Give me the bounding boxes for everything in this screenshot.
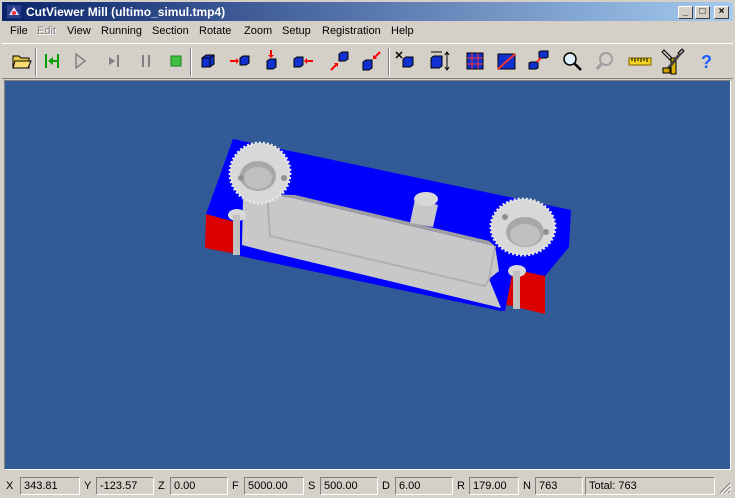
app-icon [7, 5, 21, 18]
y-value: -123.57 [96, 477, 154, 495]
r-label: R [457, 480, 465, 492]
menu-view[interactable]: View [67, 25, 91, 37]
play-icon[interactable] [68, 49, 92, 73]
n-label: N [523, 480, 531, 492]
open-folder-icon[interactable] [10, 49, 34, 73]
simulation-viewport[interactable] [4, 80, 731, 470]
menu-rotate[interactable]: Rotate [199, 25, 231, 37]
left-pin-hole-2 [281, 175, 287, 181]
menu-edit[interactable]: Edit [37, 25, 56, 37]
help-icon[interactable]: ? [694, 49, 718, 73]
x-value: 343.81 [20, 477, 80, 495]
y-label: Y [84, 480, 92, 492]
right-pin-hole-2 [543, 229, 549, 235]
r-value: 179.00 [469, 477, 519, 495]
resize-grip-icon[interactable] [719, 482, 731, 494]
toolbar: ? [2, 43, 733, 79]
d-label: D [382, 480, 390, 492]
minimize-button[interactable]: _ [678, 6, 693, 19]
total-count: Total: 763 [585, 477, 715, 495]
n-value: 763 [535, 477, 583, 495]
cube-iso2-icon[interactable] [360, 49, 384, 73]
x-label: X [6, 480, 14, 492]
right-pin-hole [502, 214, 508, 220]
f-label: F [232, 480, 239, 492]
svg-text:?: ? [701, 52, 712, 72]
ruler-icon[interactable] [628, 49, 652, 73]
f-value: 5000.00 [244, 477, 304, 495]
step-icon[interactable] [102, 49, 126, 73]
toolbar-separator [190, 48, 192, 76]
close-button[interactable]: × [714, 6, 729, 19]
d-value: 6.00 [395, 477, 453, 495]
s-label: S [308, 480, 316, 492]
cube-iso-icon[interactable] [328, 49, 352, 73]
cube-view-icon[interactable] [196, 49, 220, 73]
window-title: CutViewer Mill (ultimo_simul.tmp4) [26, 5, 226, 19]
menu-bar: File Edit View Running Section Rotate Zo… [2, 22, 733, 41]
right-hole-bottom [510, 224, 540, 246]
toolpath-icon[interactable] [394, 49, 418, 73]
left-pin-hole [238, 175, 244, 181]
maximize-button[interactable]: □ [695, 6, 710, 19]
z-label: Z [158, 480, 165, 492]
cube-left-icon[interactable] [292, 49, 316, 73]
title-bar[interactable]: CutViewer Mill (ultimo_simul.tmp4) _ □ × [2, 2, 733, 21]
notch-top [414, 192, 438, 206]
left-hole-bottom [244, 167, 272, 189]
menu-file[interactable]: File [10, 25, 28, 37]
s-value: 500.00 [320, 477, 378, 495]
menu-help[interactable]: Help [391, 25, 414, 37]
z-value: 0.00 [170, 477, 228, 495]
pause-icon[interactable] [134, 49, 158, 73]
menu-registration[interactable]: Registration [322, 25, 381, 37]
cube-top-icon[interactable] [260, 49, 284, 73]
left-bolt-bore [233, 215, 240, 255]
section-box-icon[interactable] [463, 49, 487, 73]
rewind-icon[interactable] [40, 49, 64, 73]
zoom-icon[interactable] [560, 49, 584, 73]
app-window: CutViewer Mill (ultimo_simul.tmp4) _ □ ×… [0, 0, 735, 498]
cube-right-icon[interactable] [228, 49, 252, 73]
right-bolt-bore [513, 271, 520, 309]
section-plane-icon[interactable] [495, 49, 519, 73]
dimension-icon[interactable] [428, 49, 452, 73]
tools-setup-icon[interactable] [658, 46, 688, 76]
menu-setup[interactable]: Setup [282, 25, 311, 37]
toolbar-separator [388, 48, 390, 76]
multi-cube-icon[interactable] [527, 49, 551, 73]
toolbar-separator [35, 48, 37, 76]
stop-icon[interactable] [164, 49, 188, 73]
menu-zoom[interactable]: Zoom [244, 25, 272, 37]
part-model [205, 139, 571, 314]
status-bar: X 343.81 Y -123.57 Z 0.00 F 5000.00 S 50… [2, 476, 733, 496]
zoom-dynamic-icon[interactable] [594, 49, 618, 73]
menu-section[interactable]: Section [152, 25, 189, 37]
menu-running[interactable]: Running [101, 25, 142, 37]
